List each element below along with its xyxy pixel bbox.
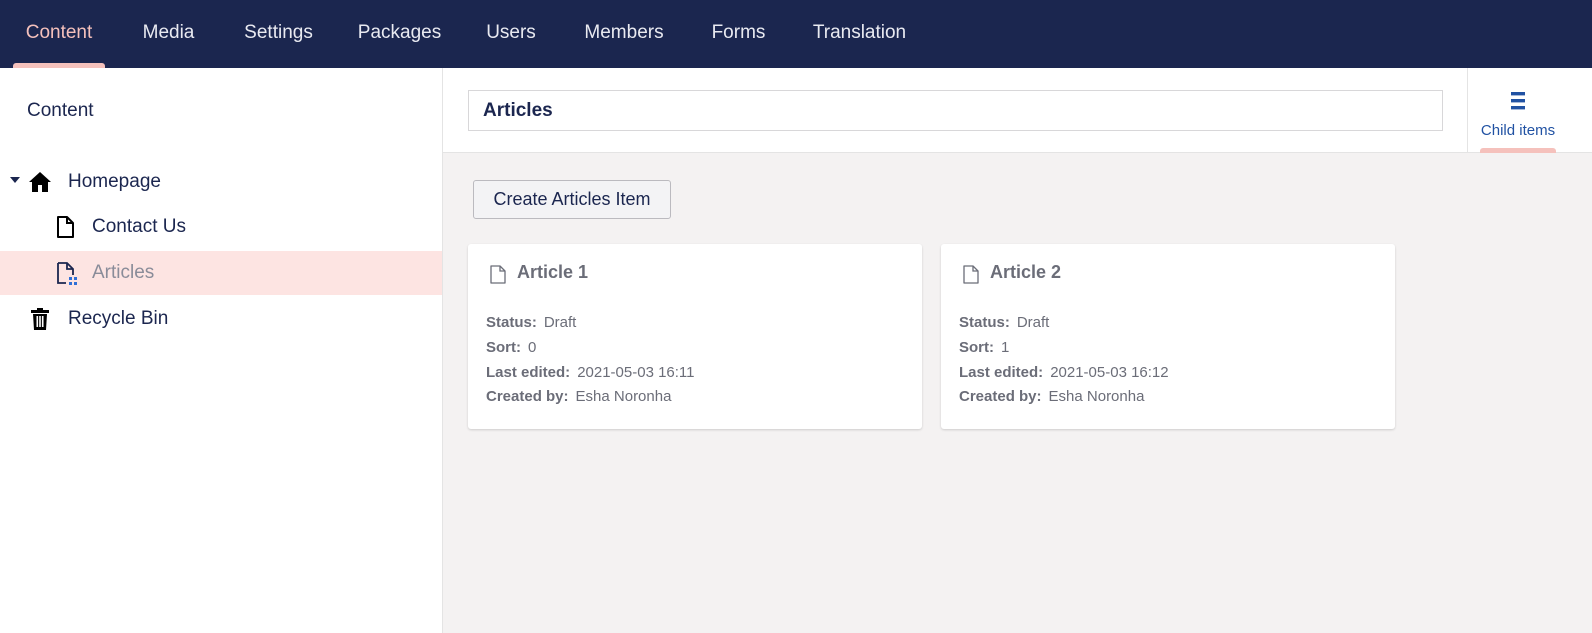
item-status: Status: Draft (959, 314, 1050, 331)
tree-item-contact-us[interactable]: Contact Us (0, 205, 442, 249)
document-list-icon (53, 261, 77, 285)
item-last-edited: Last edited: 2021-05-03 16:11 (486, 364, 695, 381)
content-apps: Child items (1467, 68, 1592, 153)
app-label: Child items (1480, 122, 1556, 139)
home-icon (28, 170, 52, 194)
tree-item-label: Articles (92, 262, 155, 283)
list-item-card[interactable]: Article 1 Status: Draft Sort: 0 Last edite… (468, 244, 922, 429)
create-articles-item-button[interactable]: Create Articles Item (473, 180, 671, 219)
nav-content[interactable]: Content (13, 0, 105, 68)
nav-forms[interactable]: Forms (705, 0, 772, 68)
active-app-indicator (1480, 148, 1556, 153)
item-sort: Sort: 1 (959, 339, 1010, 356)
editor-header (443, 68, 1467, 153)
sidebar-title: Content (27, 100, 94, 121)
tree-item-label: Homepage (68, 171, 161, 192)
tree-item-label: Contact Us (92, 216, 186, 237)
top-navigation: Content Media Settings Packages Users Me… (0, 0, 1592, 68)
app-child-items[interactable]: Child items (1468, 68, 1568, 153)
tree-item-homepage[interactable]: Homepage (0, 160, 442, 204)
item-created-by: Created by: Esha Noronha (959, 388, 1145, 405)
nav-media[interactable]: Media (134, 0, 203, 68)
document-icon (53, 215, 77, 239)
nav-packages[interactable]: Packages (353, 0, 446, 68)
list-item-card[interactable]: Article 2 Status: Draft Sort: 1 Last edite… (941, 244, 1395, 429)
item-title-link[interactable]: Article 2 (990, 262, 1061, 283)
tree-item-label: Recycle Bin (68, 308, 169, 329)
item-last-edited: Last edited: 2021-05-03 16:12 (959, 364, 1169, 381)
content-tree-sidebar: Content Homepage Contact Us Articles Rec… (0, 68, 443, 633)
item-sort: Sort: 0 (486, 339, 537, 356)
list-icon (1511, 92, 1525, 110)
trash-icon (28, 307, 52, 331)
tree-item-articles[interactable]: Articles (0, 251, 442, 295)
node-name-input[interactable] (468, 90, 1443, 131)
tree-item-recycle-bin[interactable]: Recycle Bin (0, 297, 442, 341)
nav-translation[interactable]: Translation (807, 0, 912, 68)
document-icon (490, 265, 506, 284)
item-status: Status: Draft (486, 314, 577, 331)
document-icon (963, 265, 979, 284)
caret-down-icon[interactable] (10, 177, 20, 183)
nav-settings[interactable]: Settings (236, 0, 321, 68)
nav-members[interactable]: Members (577, 0, 671, 68)
item-created-by: Created by: Esha Noronha (486, 388, 672, 405)
nav-users[interactable]: Users (480, 0, 542, 68)
item-title-link[interactable]: Article 1 (517, 262, 588, 283)
